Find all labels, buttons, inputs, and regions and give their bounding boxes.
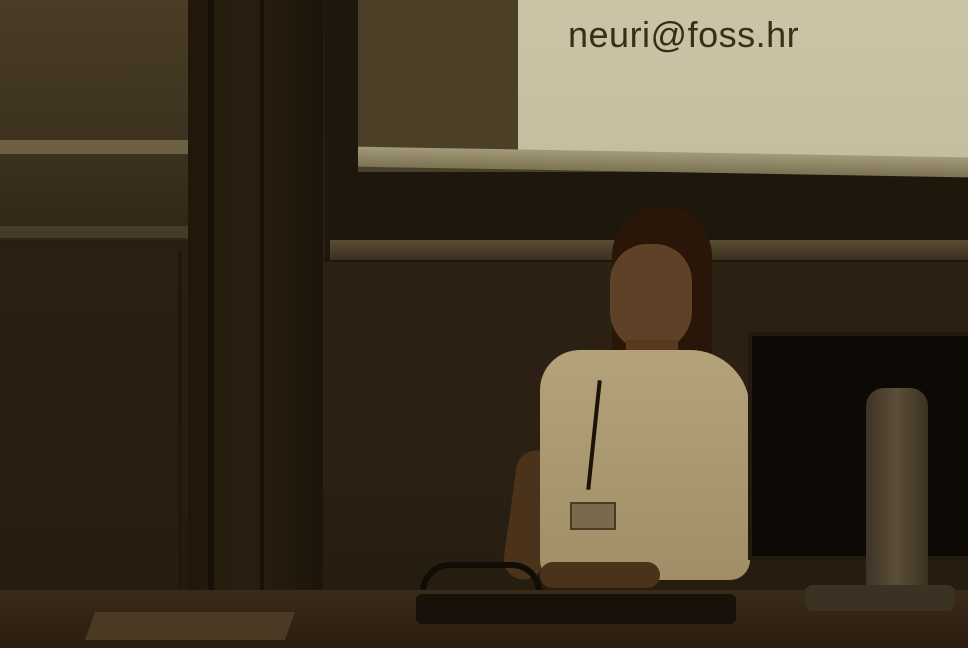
left-wall-panel — [0, 250, 182, 620]
presenter-face — [610, 244, 692, 352]
monitor-base — [805, 585, 955, 611]
presenter — [500, 200, 760, 600]
speaker-icon — [866, 388, 928, 598]
wall-pillar — [188, 0, 323, 620]
left-chalkboard — [0, 0, 190, 240]
name-badge — [570, 502, 616, 530]
keyboard — [416, 594, 736, 624]
computer-monitor — [748, 332, 968, 560]
left-chalk-rail-lower — [0, 226, 188, 238]
slide-email-text: neuri@foss.hr — [568, 14, 800, 55]
left-chalk-rail — [0, 140, 188, 154]
desk-papers — [84, 612, 296, 640]
lecture-hall-photo: neuri@foss.hr — [0, 0, 968, 648]
presenter-white-top — [540, 350, 750, 580]
